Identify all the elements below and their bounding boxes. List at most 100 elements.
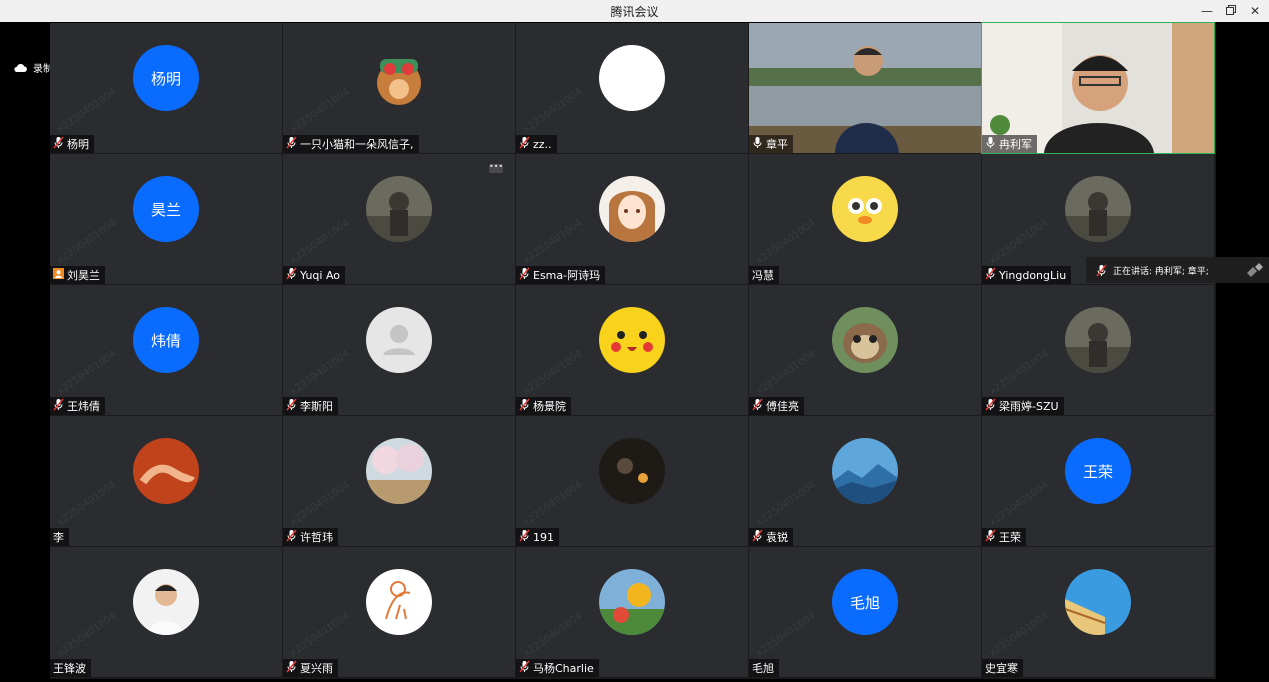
mic-muted-icon [286,136,297,152]
person-icon [53,267,64,283]
participant-tile[interactable]: x2250401004 杨明 杨明 [50,23,282,153]
speaking-label: 正在讲话: 冉利军; 章平; [1113,266,1209,277]
participant-tile[interactable]: x2250401004 王荣 王荣 [982,416,1214,546]
svg-text:x2250401004: x2250401004 [987,218,1050,267]
participant-tile[interactable]: x2250401004 傅佳亮 [749,285,981,415]
participant-name: 马杨Charlie [533,662,594,675]
participant-video [749,23,981,153]
svg-text:x2250401004: x2250401004 [55,480,118,529]
mic-muted-icon [519,398,530,414]
participant-name: Esma-阿诗玛 [533,269,601,282]
restore-icon[interactable] [1220,2,1242,20]
participant-name-bar: 傅佳亮 [749,397,804,415]
participant-tile[interactable]: x2250401004 冉利军 [981,22,1215,154]
participant-name-bar: 章平 [749,135,793,153]
participant-name: 毛旭 [752,662,774,675]
participant-name-bar: 史宜寒 [982,659,1023,677]
participant-tile[interactable]: x2250401004 史宜寒 [982,547,1214,677]
svg-text:x2250401004: x2250401004 [521,218,584,267]
svg-text:x2250401004: x2250401004 [521,87,584,136]
participant-name: 傅佳亮 [766,400,799,413]
participant-tile[interactable]: x2250401004 许哲玮 [283,416,515,546]
participant-tile[interactable]: x2250401004 炜倩王炜倩 [50,285,282,415]
svg-text:x2250401004: x2250401004 [987,480,1050,529]
participant-name-bar: zz.. [516,135,557,153]
participant-tile[interactable]: x2250401004 zz.. [516,23,748,153]
night-avatar [599,438,665,504]
svg-text:x2250401004: x2250401004 [288,218,351,267]
participant-tile[interactable]: x2250401004 一只小猫和一朵风信子, [283,23,515,153]
svg-text:x2250401004: x2250401004 [288,349,351,398]
participant-name: 王荣 [999,531,1021,544]
participant-tile[interactable]: x2250401004 毛旭 毛旭 [749,547,981,677]
participant-name: zz.. [533,137,552,151]
participant-name-bar: 梁雨婷-SZU [982,397,1064,415]
mic-muted-icon [53,398,64,414]
participant-name: 杨明 [67,138,89,151]
participant-name-bar: 毛旭 [749,659,779,677]
mic-muted-icon [519,529,530,545]
svg-text:x2250401004: x2250401004 [288,480,351,529]
more-options-icon[interactable]: ••• [489,163,503,173]
participant-tile[interactable]: x2250401004 章平 [749,23,981,153]
participant-name: 刘昊兰 [67,269,100,282]
participant-tile[interactable]: x2250401004 梁雨婷-SZU [982,285,1214,415]
svg-text:x2250401004: x2250401004 [55,349,118,398]
participant-tile[interactable]: x2250401004 夏兴雨 [283,547,515,677]
mic-muted-icon [286,660,297,676]
participant-name: YingdongLiu [999,268,1067,282]
anime-avatar [599,176,665,242]
participant-tile[interactable]: x2250401004 昊兰 刘昊兰 [50,154,282,284]
close-icon[interactable]: ✕ [1244,2,1266,20]
mic-muted-icon [752,398,763,414]
participant-name: 夏兴雨 [300,662,333,675]
participant-tile[interactable]: x2250401004 冯慧 [749,154,981,284]
participant-name-bar: YingdongLiu [982,266,1072,284]
default-avatar [366,307,432,373]
participant-name: 冯慧 [752,269,774,282]
sloth-avatar [832,307,898,373]
participant-name-bar: 马杨Charlie [516,659,599,677]
svg-text:x2250401004: x2250401004 [288,611,351,660]
participant-name-bar: 冉利军 [982,135,1037,153]
photo-avatar [1065,307,1131,373]
svg-text:x2250401004: x2250401004 [754,480,817,529]
participant-tile[interactable]: x2250401004 袁锐 [749,416,981,546]
participant-name-bar: 一只小猫和一朵风信子, [283,135,419,153]
participant-tile[interactable]: x2250401004 ••• Yuqi Ao [283,154,515,284]
pikachu-avatar [599,307,665,373]
participant-name: Yuqi Ao [300,268,341,282]
participant-tile[interactable]: x2250401004 Esma-阿诗玛 [516,154,748,284]
participant-name-bar: 许哲玮 [283,528,338,546]
participant-name: 梁雨婷-SZU [999,400,1059,413]
participant-name: 史宜寒 [985,662,1018,675]
participant-name-bar: 夏兴雨 [283,659,338,677]
participant-tile[interactable]: x2250401004 李 [50,416,282,546]
participant-name: 王炜倩 [67,400,100,413]
svg-text:x2250401004: x2250401004 [754,349,817,398]
participant-tile[interactable]: x2250401004 马杨Charlie [516,547,748,677]
minimize-icon[interactable]: — [1196,2,1218,20]
title-bar: 腾讯会议 — ✕ [0,0,1269,22]
participant-name-bar: Esma-阿诗玛 [516,266,606,284]
photo-avatar [366,176,432,242]
svg-text:x2250401004: x2250401004 [288,87,351,136]
participant-name: 杨景院 [533,400,566,413]
participant-tile[interactable]: x2250401004 191 [516,416,748,546]
participant-name: 许哲玮 [300,531,333,544]
speaker-pin-icon[interactable] [1245,261,1265,279]
participant-name-bar: 李斯阳 [283,397,338,415]
blank-avatar [599,45,665,111]
mic-icon [985,136,996,152]
speaking-indicator: 正在讲话: 冉利军; 章平; [1086,257,1269,283]
participant-tile[interactable]: x2250401004 杨景院 [516,285,748,415]
participant-name-bar: 191 [516,528,559,546]
participant-avatar: 王荣 [1065,438,1131,504]
participant-tile[interactable]: x2250401004 王锋波 [50,547,282,677]
photo-avatar [1065,176,1131,242]
participant-avatar: 炜倩 [133,307,199,373]
participant-name: 袁锐 [766,531,788,544]
svg-text:x2250401004: x2250401004 [754,611,817,660]
duck-avatar [832,176,898,242]
participant-tile[interactable]: x2250401004 李斯阳 [283,285,515,415]
